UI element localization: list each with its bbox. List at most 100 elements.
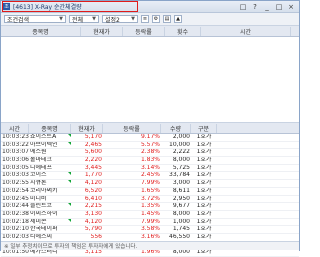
cell-price: 3,115: [84, 249, 102, 256]
cell-type: 1호가: [196, 149, 212, 156]
col-header[interactable]: 등락률: [123, 26, 165, 36]
cell-price: 2,220: [84, 157, 102, 164]
cell-time: 10:03:05: [2, 164, 29, 171]
cell-name: 에스원: [30, 149, 47, 156]
cell-qty: 1,745: [172, 226, 190, 233]
cell-qty: 2,222: [172, 149, 190, 156]
toolbar: 조건검색 ▼ 전체 ▼ 설정2 ▼ ≡ ⚙ ▤ ▲: [1, 13, 299, 26]
table-row[interactable]: 10:03:03 코이스 1,770 2.45% 33,784 1호가: [1, 172, 299, 181]
cell-qty: 3,000: [172, 180, 190, 187]
cell-price: 556: [90, 233, 102, 240]
table-row[interactable]: 10:03:06 홀마테크 2,220 1.83% 8,000 1호가: [1, 157, 299, 165]
cell-name: 디에테프: [30, 164, 53, 171]
list-icon[interactable]: ≡: [141, 15, 149, 23]
cell-type: 1호가: [196, 172, 212, 179]
top-table-header: 종목명 현재가 등락률 횟수 시간: [1, 26, 299, 37]
table-row[interactable]: 10:03:22 아브이텍인 2,465 5.57% 10,000 1호가: [1, 141, 299, 150]
cell-time: 10:02:54: [2, 187, 29, 194]
gear-icon[interactable]: ⚙: [152, 15, 160, 23]
table-row[interactable]: 10:02:38 이씨스하이 3,130 1.45% 8,000 1호가: [1, 211, 299, 219]
table-row[interactable]: 10:01:50 메가스터디 3,115 1.96% 8,000 1호가: [1, 249, 299, 257]
cell-price: 4,120: [84, 180, 102, 187]
col-header[interactable]: 구분: [191, 123, 217, 133]
cell-time: 10:03:03: [2, 172, 29, 179]
chevron-down-icon: ▼: [131, 16, 135, 22]
scroll-up-icon[interactable]: ▲: [174, 15, 182, 23]
chevron-down-icon: ▼: [59, 16, 63, 22]
cell-type: 1호가: [196, 233, 212, 240]
cell-qty: 9,677: [172, 203, 190, 210]
trade-list[interactable]: 10:03:23 쇼이스트A 5,170 9.17% 2,000 1호가 10:03:22 아…: [1, 134, 299, 257]
condition-search-combo[interactable]: 조건검색 ▼: [4, 15, 66, 24]
cell-rate: 7.99%: [140, 218, 160, 225]
col-header[interactable]: 현재가: [71, 123, 103, 133]
cell-rate: 3.14%: [140, 164, 160, 171]
cell-rate: 2.38%: [140, 149, 160, 156]
cell-price: 2,465: [84, 141, 102, 148]
table-row[interactable]: 10:02:54 코리아써키 6,520 1.65% 8,611 1호가: [1, 188, 299, 196]
top-table-body[interactable]: [1, 37, 299, 123]
cell-type: 1호가: [196, 203, 212, 210]
cell-name: 한국테이퍼: [30, 226, 58, 233]
col-header[interactable]: 종목명: [1, 26, 81, 36]
col-header[interactable]: 시간: [201, 26, 291, 36]
col-header[interactable]: 시간: [1, 123, 29, 133]
cell-price: 1,770: [84, 172, 102, 179]
link-icon[interactable]: □: [239, 3, 247, 11]
lock-icon[interactable]: ▤: [163, 15, 171, 23]
cell-time: 10:03:22: [2, 141, 29, 148]
cell-name: 코리아써키: [30, 187, 58, 194]
app-window: 조 [4613] X-Ray 순간체결량 □ ? _ □ × 조건검색 ▼ 전체…: [0, 0, 300, 257]
condition-search-value: 조건검색: [7, 16, 30, 24]
cell-price: 6,520: [84, 187, 102, 194]
col-header[interactable]: 종목명: [29, 123, 71, 133]
table-row[interactable]: 10:03:05 디에테프 3,445 3.14% 5,725 1호가: [1, 165, 299, 173]
cell-qty: 8,000: [172, 249, 190, 256]
cell-rate: 5.57%: [140, 141, 160, 148]
table-row[interactable]: 10:02:55 시큐론 4,120 7.99% 3,000 1호가: [1, 180, 299, 188]
cell-time: 10:02:10: [2, 226, 29, 233]
setting-combo[interactable]: 설정2 ▼: [102, 15, 138, 24]
table-row[interactable]: 10:02:44 플린트코 2,215 1.35% 9,677 1호가: [1, 203, 299, 211]
cell-name: 아브이텍인: [29, 141, 71, 149]
maximize-button[interactable]: □: [275, 3, 283, 11]
cell-price: 5,600: [84, 149, 102, 156]
cell-rate: 9.17%: [140, 134, 160, 140]
cell-type: 1호가: [196, 249, 212, 256]
cell-rate: 1.96%: [140, 249, 160, 256]
cell-price: 3,445: [84, 164, 102, 171]
table-row[interactable]: 10:02:10 한국테이퍼 5,790 3.58% 1,745 1호가: [1, 226, 299, 234]
minimize-button[interactable]: _: [263, 3, 271, 11]
table-row[interactable]: 10:02:18 세미콘 4,120 7.99% 1,000 1호가: [1, 218, 299, 227]
col-header[interactable]: 횟수: [165, 26, 201, 36]
cell-rate: 3.16%: [140, 233, 160, 240]
cell-qty: 8,000: [172, 157, 190, 164]
cell-rate: 1.83%: [140, 157, 160, 164]
cell-name: 플린트코: [29, 203, 71, 210]
col-header[interactable]: 수량: [161, 123, 191, 133]
close-button[interactable]: ×: [287, 3, 295, 11]
cell-type: 1호가: [196, 180, 212, 187]
cell-qty: 2,950: [172, 195, 190, 202]
col-header[interactable]: 현재가: [81, 26, 123, 36]
cell-name: 세미콘: [29, 218, 71, 226]
cell-price: 3,130: [84, 210, 102, 217]
cell-type: 1호가: [196, 187, 212, 194]
col-header[interactable]: 등락률: [103, 123, 161, 133]
table-row[interactable]: 10:03:23 쇼이스트A 5,170 9.17% 2,000 1호가: [1, 134, 299, 142]
cell-qty: 46,550: [169, 233, 190, 240]
title-bar[interactable]: 조 [4613] X-Ray 순간체결량 □ ? _ □ ×: [1, 1, 299, 13]
cell-type: 1호가: [196, 157, 212, 164]
cell-rate: 1.45%: [140, 210, 160, 217]
filter-combo[interactable]: 전체 ▼: [69, 15, 99, 24]
cell-time: 10:01:50: [2, 249, 29, 256]
cell-price: 5,790: [84, 226, 102, 233]
cell-name: 코이스: [29, 172, 71, 179]
help-icon[interactable]: ?: [251, 3, 259, 11]
cell-time: 10:02:38: [2, 210, 29, 217]
table-row[interactable]: 10:03:07 에스원 5,600 2.38% 2,222 1호가: [1, 149, 299, 158]
table-row[interactable]: 10:02:45 미니비 6,410 3.72% 2,950 1호가: [1, 196, 299, 204]
cell-name: 미니비: [30, 195, 47, 202]
cell-price: 6,410: [84, 195, 102, 202]
cell-name: 이씨스하이: [30, 210, 58, 217]
